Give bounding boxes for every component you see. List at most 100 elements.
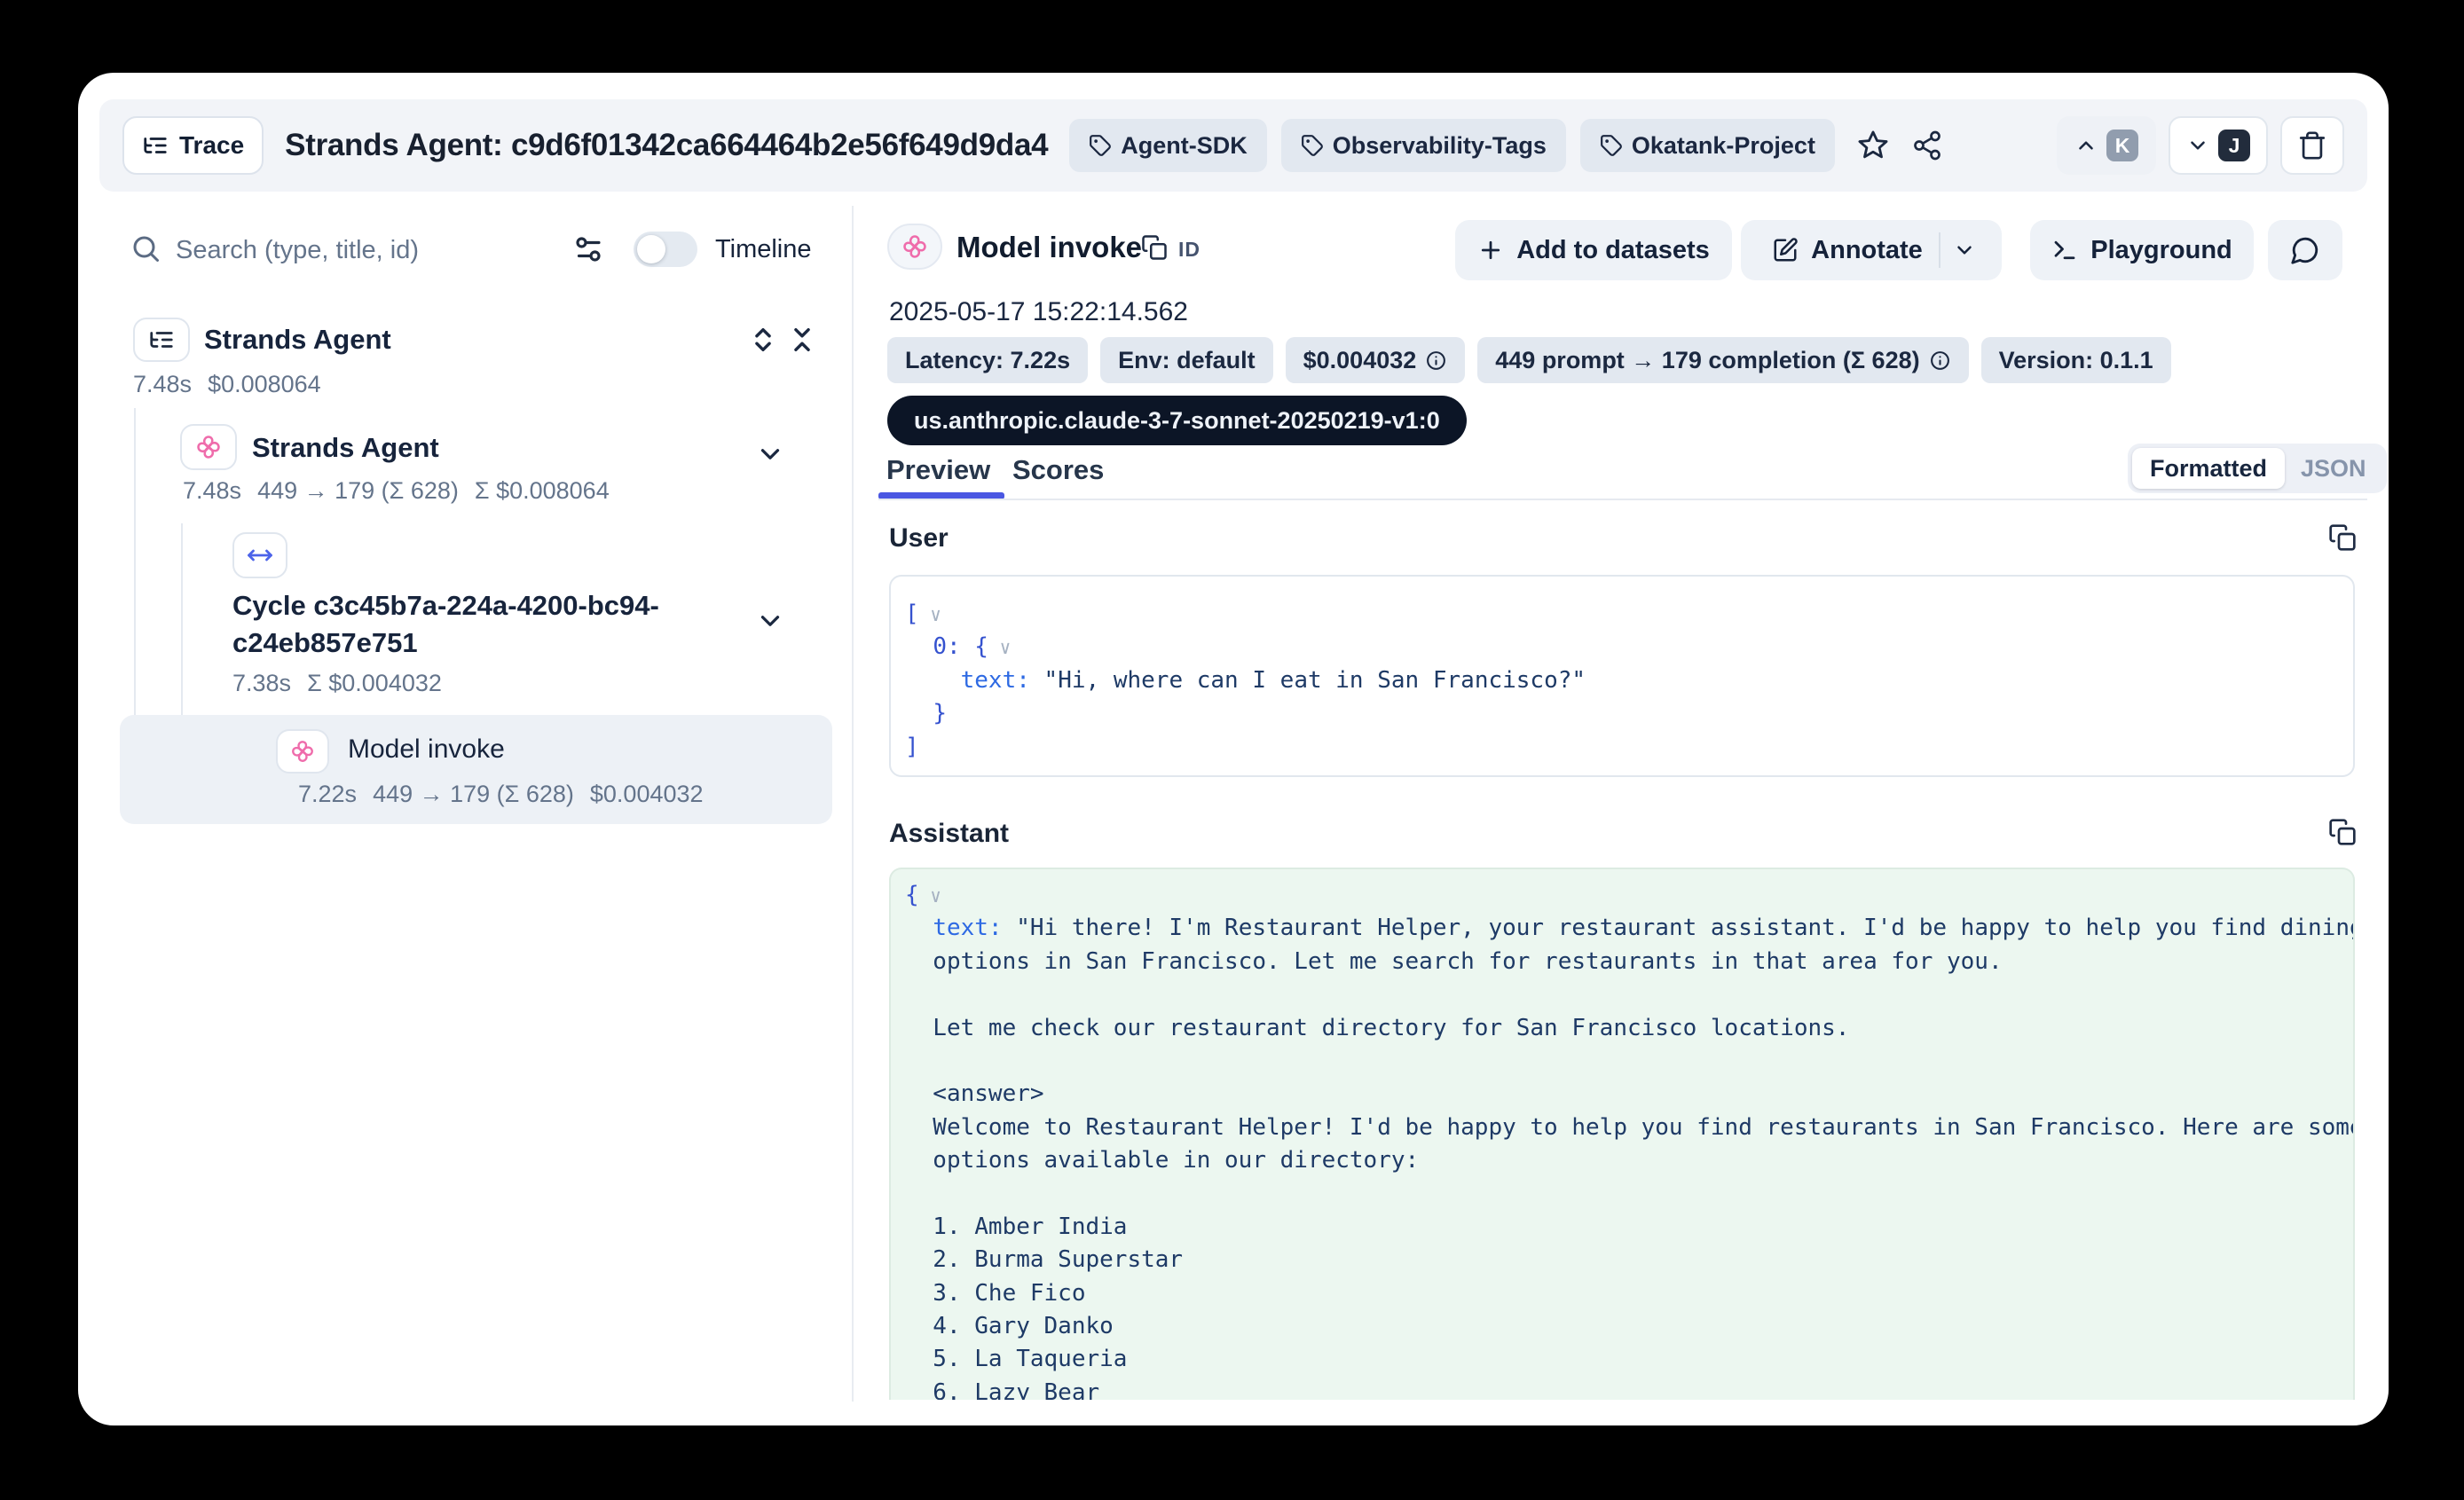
- tokens: 449 → 179 (Σ 628): [373, 781, 574, 808]
- tag-okatank-project[interactable]: Okatank-Project: [1580, 119, 1835, 172]
- tag-observability-tags[interactable]: Observability-Tags: [1281, 119, 1566, 172]
- tree-agent-metrics: 7.48s 449 → 179 (Σ 628) Σ $0.008064: [183, 473, 610, 508]
- user-message-json[interactable]: [ ∨ 0: { ∨ text: "Hi, where can I eat in…: [889, 575, 2355, 777]
- timeline-toggle[interactable]: [634, 232, 697, 267]
- expand-all-icon[interactable]: [748, 325, 778, 355]
- collapse-all-icon[interactable]: [787, 325, 817, 355]
- cost: Σ $0.004032: [307, 670, 442, 697]
- assistant-section-heading: Assistant: [889, 816, 1009, 852]
- cost-value: $0.004032: [1303, 347, 1417, 374]
- tree-root-label[interactable]: Strands Agent: [204, 322, 391, 357]
- cycle-type-badge: [232, 532, 287, 578]
- page-title: Strands Agent: c9d6f01342ca664464b2e56f6…: [285, 128, 1048, 163]
- annotate-main[interactable]: Annotate: [1752, 232, 1940, 268]
- edit-pencil-icon: [1772, 237, 1799, 263]
- desktop-background: Trace Strands Agent: c9d6f01342ca664464b…: [0, 0, 2464, 1500]
- avatar: K: [2106, 130, 2138, 161]
- duration: 7.48s: [133, 371, 192, 398]
- cost: $0.008064: [208, 371, 321, 398]
- tag-list: Agent-SDK Observability-Tags Okatank-Pro…: [1069, 119, 1835, 172]
- tag-agent-sdk[interactable]: Agent-SDK: [1069, 119, 1267, 172]
- tree-model-invoke-label[interactable]: Model invoke: [348, 732, 505, 767]
- copy-icon[interactable]: [2328, 818, 2357, 846]
- comments-button[interactable]: [2268, 220, 2342, 280]
- toggle-knob: [637, 235, 665, 263]
- format-toggle-formatted[interactable]: Formatted: [2132, 448, 2285, 489]
- tokens-badge[interactable]: 449 prompt → 179 completion (Σ 628): [1477, 337, 1968, 383]
- annotate-button[interactable]: Annotate: [1741, 220, 2002, 280]
- info-icon: [1929, 349, 1951, 372]
- tree-model-invoke-metrics: 7.22s 449 → 179 (Σ 628) $0.004032: [298, 776, 704, 812]
- id-label[interactable]: ID: [1178, 238, 1201, 261]
- metadata-pills: Latency: 7.22s Env: default $0.004032 44…: [887, 337, 2171, 383]
- cost: Σ $0.008064: [475, 477, 610, 505]
- observation-title: Model invoke: [956, 226, 1142, 269]
- previous-observation-button[interactable]: K: [2057, 116, 2156, 175]
- tree-agent-label[interactable]: Strands Agent: [252, 430, 439, 466]
- share-icon[interactable]: [1911, 130, 1943, 161]
- chevron-up-icon: [2074, 134, 2098, 157]
- assistant-message-json[interactable]: { ∨ text: "Hi there! I'm Restaurant Help…: [889, 868, 2355, 1400]
- star-icon[interactable]: [1856, 129, 1890, 162]
- top-header-bar: Trace Strands Agent: c9d6f01342ca664464b…: [99, 99, 2367, 192]
- copy-icon[interactable]: [1141, 234, 1168, 261]
- tag-label: Agent-SDK: [1121, 132, 1248, 160]
- trash-icon: [2297, 130, 2327, 161]
- duration: 7.48s: [183, 477, 241, 505]
- info-icon: [1425, 349, 1447, 372]
- delete-trace-button[interactable]: [2280, 116, 2344, 175]
- format-toggle: Formatted JSON: [2128, 444, 2387, 493]
- duration: 7.22s: [298, 781, 357, 808]
- timeline-toggle-label: Timeline: [715, 232, 812, 267]
- chevron-down-icon[interactable]: [755, 439, 785, 469]
- playground-button[interactable]: Playground: [2030, 220, 2254, 280]
- next-observation-button[interactable]: J: [2169, 116, 2268, 175]
- latency-badge: Latency: 7.22s: [887, 337, 1088, 383]
- sidebar-divider: [852, 206, 854, 1402]
- tree-cycle-label[interactable]: Cycle c3c45b7a-224a-4200-bc94- c24eb857e…: [232, 587, 659, 662]
- agent-type-badge: [180, 424, 237, 470]
- plus-icon: [1477, 237, 1504, 263]
- chevron-down-icon: [2186, 134, 2209, 157]
- list-tree-icon: [142, 132, 169, 159]
- version-badge: Version: 0.1.1: [1981, 337, 2171, 383]
- trace-button[interactable]: Trace: [122, 116, 264, 175]
- tree-root-metrics: 7.48s $0.008064: [133, 366, 321, 402]
- agent-pinwheel-icon: [901, 232, 929, 261]
- add-to-datasets-label: Add to datasets: [1516, 236, 1710, 265]
- cycle-label-line2: c24eb857e751: [232, 624, 659, 662]
- cycle-label-line1: Cycle c3c45b7a-224a-4200-bc94-: [232, 587, 659, 624]
- trace-button-label: Trace: [179, 131, 244, 160]
- format-toggle-json[interactable]: JSON: [2285, 455, 2382, 483]
- chevron-down-icon[interactable]: [1953, 239, 1990, 262]
- model-name-badge[interactable]: us.anthropic.claude-3-7-sonnet-20250219-…: [887, 396, 1467, 445]
- agent-pinwheel-icon: [194, 433, 223, 461]
- copy-icon[interactable]: [2328, 523, 2357, 552]
- search-icon: [130, 232, 161, 264]
- tab-scores[interactable]: Scores: [1012, 454, 1104, 486]
- tab-preview[interactable]: Preview: [886, 454, 990, 486]
- cost-badge[interactable]: $0.004032: [1286, 337, 1466, 383]
- cost: $0.004032: [590, 781, 704, 808]
- generation-type-badge: [887, 224, 942, 270]
- tag-icon: [1089, 134, 1112, 157]
- generation-type-badge: [276, 729, 329, 774]
- tag-icon: [1600, 134, 1623, 157]
- chevron-down-icon[interactable]: [755, 606, 785, 636]
- tree-cycle-metrics: 7.38s Σ $0.004032: [232, 665, 442, 701]
- tag-icon: [1301, 134, 1324, 157]
- search-input[interactable]: [174, 229, 559, 271]
- header-actions: K J: [2057, 116, 2344, 175]
- timestamp: 2025-05-17 15:22:14.562: [889, 295, 1188, 330]
- annotate-label: Annotate: [1811, 236, 1923, 265]
- filter-settings-icon[interactable]: [572, 233, 604, 265]
- playground-label: Playground: [2090, 236, 2232, 265]
- trace-detail-window: Trace Strands Agent: c9d6f01342ca664464b…: [78, 73, 2389, 1425]
- chat-bubble-icon: [2290, 235, 2320, 265]
- terminal-icon: [2051, 237, 2078, 263]
- tag-label: Observability-Tags: [1333, 132, 1547, 160]
- avatar: J: [2218, 130, 2250, 161]
- add-to-datasets-button[interactable]: Add to datasets: [1455, 220, 1732, 280]
- duration: 7.38s: [232, 670, 291, 697]
- user-section-heading: User: [889, 521, 949, 556]
